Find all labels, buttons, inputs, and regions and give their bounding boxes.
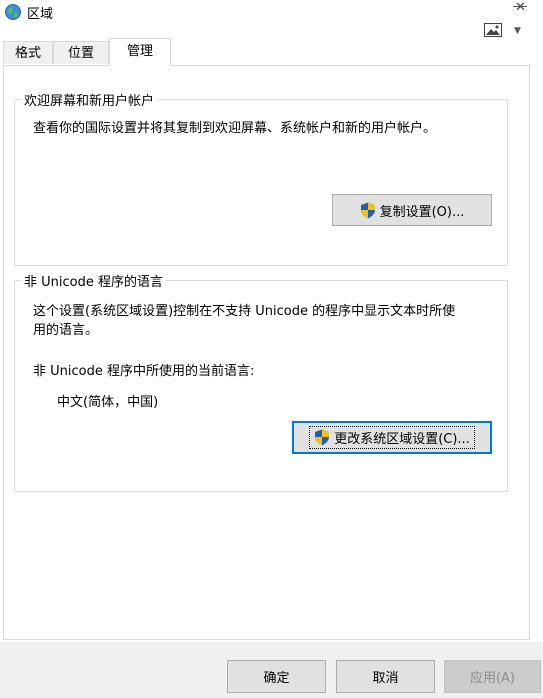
shield-icon <box>360 202 375 218</box>
non-unicode-description-line2: 用的语言。 <box>33 323 99 338</box>
current-language-value: 中文(简体，中国) <box>57 395 159 410</box>
change-system-locale-label: 更改系统区域设置(C)... <box>334 432 470 447</box>
non-unicode-group: 非 Unicode 程序的语言 这个设置(系统区域设置)控制在不支持 Unico… <box>14 271 508 492</box>
current-language-label: 非 Unicode 程序中所使用的当前语言: <box>33 364 255 379</box>
apply-button: 应用(A) <box>444 660 541 693</box>
globe-icon <box>5 4 21 20</box>
change-system-locale-button[interactable]: 更改系统区域设置(C)... <box>292 421 492 454</box>
tab-administrative[interactable]: 管理 <box>109 38 171 66</box>
tab-administrative-label: 管理 <box>126 44 153 59</box>
screen-icon[interactable] <box>484 23 502 37</box>
welcome-group-title: 欢迎屏幕和新用户帐户 <box>21 90 158 109</box>
close-icon[interactable]: ✕ <box>515 0 526 15</box>
tab-panel: ▼ ✕ 欢迎屏幕和新用户帐户 查看你的国际设置并将其复制到欢迎屏幕、系统帐户和新… <box>3 0 530 640</box>
dialog-footer: 确定 取消 应用(A) <box>0 642 543 698</box>
welcome-description: 查看你的国际设置并将其复制到欢迎屏幕、系统帐户和新的用户帐户。 <box>33 121 437 136</box>
tab-format[interactable]: 格式 <box>3 41 53 64</box>
chevron-down-icon[interactable]: ▼ <box>514 26 521 36</box>
tab-location[interactable]: 位置 <box>53 41 109 64</box>
ok-button[interactable]: 确定 <box>227 660 326 693</box>
tab-format-label: 格式 <box>14 46 41 61</box>
window-title: 区域 <box>27 7 54 22</box>
cancel-label: 取消 <box>372 671 399 686</box>
shield-icon <box>315 429 330 446</box>
copy-settings-label: 复制设置(O)... <box>379 204 465 220</box>
non-unicode-group-title: 非 Unicode 程序的语言 <box>21 271 166 290</box>
apply-label: 应用(A) <box>469 671 516 686</box>
ok-label: 确定 <box>263 671 290 686</box>
welcome-screen-group: 欢迎屏幕和新用户帐户 查看你的国际设置并将其复制到欢迎屏幕、系统帐户和新的用户帐… <box>14 90 508 266</box>
tab-location-label: 位置 <box>67 46 94 61</box>
cancel-button[interactable]: 取消 <box>336 660 435 693</box>
tab-bar: 格式 位置 管理 <box>0 38 543 66</box>
title-bar: 区域 <box>0 0 543 28</box>
non-unicode-description-line1: 这个设置(系统区域设置)控制在不支持 Unicode 的程序中显示文本时所使 <box>33 304 456 319</box>
copy-settings-button[interactable]: 复制设置(O)... <box>332 194 492 226</box>
